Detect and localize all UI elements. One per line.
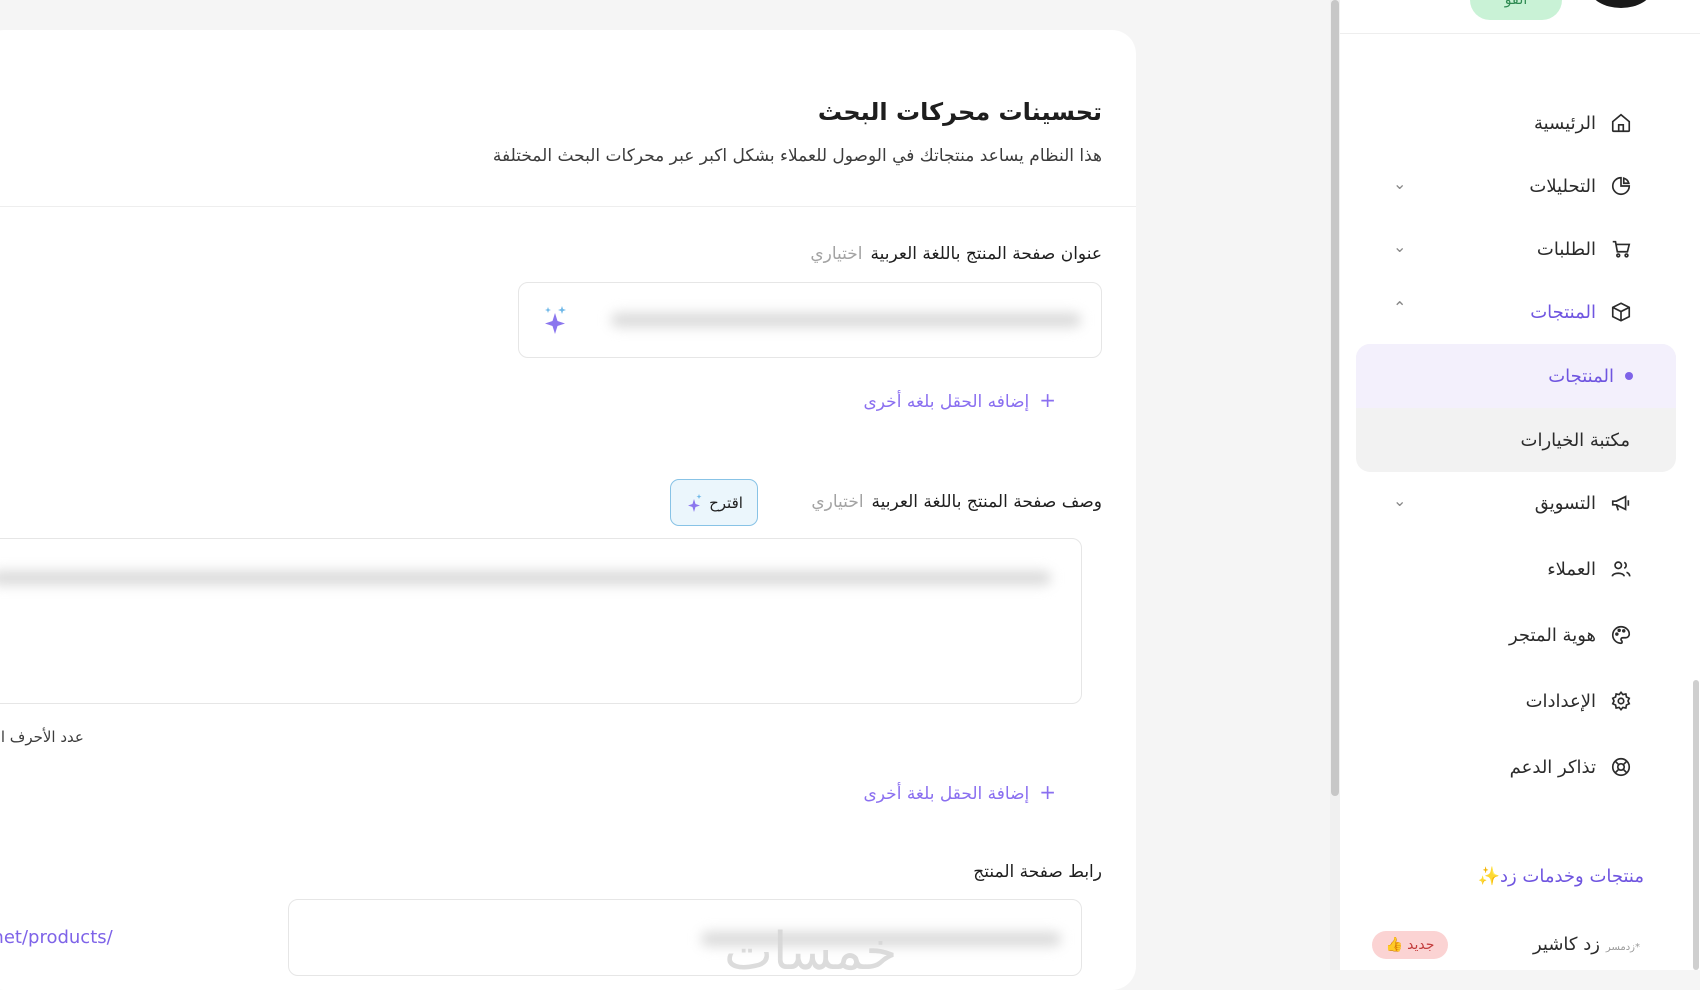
sidebar-subitem-products[interactable]: المنتجات — [1548, 351, 1636, 401]
cashier-label: زد كاشير — [1532, 934, 1600, 955]
sidebar-item-analytics[interactable]: التحليلات — [1529, 161, 1634, 211]
sidebar — [1340, 0, 1700, 970]
main-scrollbar-thumb[interactable] — [1331, 0, 1339, 796]
sidebar-item-support-tickets[interactable]: تذاكر الدعم — [1510, 742, 1634, 792]
sidebar-subitem-options-library[interactable]: مكتبة الخيارات — [1521, 415, 1630, 465]
sidebar-item-products[interactable]: المنتجات — [1530, 287, 1634, 337]
description-optional-tag: اختياري — [811, 492, 864, 512]
ai-generate-button[interactable] — [519, 283, 591, 357]
sidebar-item-label: التسويق — [1534, 492, 1596, 514]
cart-icon — [1608, 236, 1634, 262]
sidebar-item-label: المنتجات — [1548, 365, 1614, 387]
thumbs-up-icon: 👍 — [1385, 937, 1404, 953]
users-icon — [1608, 556, 1634, 582]
suggest-button[interactable]: اقترح — [670, 479, 758, 526]
sidebar-item-label: التحليلات — [1529, 175, 1596, 197]
description-field-label: وصف صفحة المنتج باللغة العربية اختياري — [811, 492, 1102, 512]
sidebar-item-label: مكتبة الخيارات — [1520, 429, 1630, 451]
sidebar-item-label: الطلبات — [1536, 238, 1596, 260]
sidebar-item-label: العملاء — [1547, 558, 1596, 580]
url-field-label: رابط صفحة المنتج — [973, 862, 1102, 882]
new-badge-label: جديد — [1407, 937, 1435, 953]
seo-card: تحسينات محركات البحث هذا النظام يساعد من… — [0, 30, 1136, 990]
sidebar-item-label: المنتجات — [1530, 301, 1596, 323]
sparkle-icon — [545, 306, 566, 334]
promo-title-label: منتجات وخدمات زد — [1499, 866, 1644, 887]
palette-icon — [1608, 622, 1634, 648]
title-optional-tag: اختياري — [810, 244, 863, 264]
zid-products-services-heading[interactable]: منتجات وخدمات زد✨ — [1478, 866, 1644, 887]
sparkle-icon — [688, 493, 702, 512]
sidebar-item-home[interactable]: الرئيسية — [1534, 98, 1634, 148]
add-description-language-link[interactable]: + إضافة الحقل بلغة أخرى — [864, 780, 1057, 804]
chevron-down-icon[interactable]: ⌄ — [1393, 491, 1406, 510]
megaphone-icon — [1608, 490, 1634, 516]
url-prefix: o.net/products/ — [0, 927, 113, 948]
chevron-down-icon[interactable]: ⌄ — [1393, 174, 1406, 193]
sidebar-item-customers[interactable]: العملاء — [1547, 544, 1634, 594]
new-badge: جديد 👍 — [1372, 931, 1448, 959]
store-status-badge[interactable]: الفو — [1470, 0, 1562, 20]
sidebar-item-orders[interactable]: الطلبات — [1537, 224, 1634, 274]
lifebuoy-icon — [1608, 754, 1634, 780]
chevron-down-icon[interactable]: ⌄ — [1393, 237, 1406, 256]
seo-description-textarea[interactable] — [0, 538, 1082, 704]
pie-chart-icon — [1608, 173, 1634, 199]
divider — [0, 206, 1136, 207]
sidebar-item-marketing[interactable]: التسويق — [1535, 478, 1634, 528]
store-status-label: الفو — [1504, 0, 1528, 8]
plus-icon: + — [1039, 388, 1056, 412]
sidebar-item-zid-cashier[interactable]: *زدمسر زد كاشير — [1533, 934, 1640, 955]
box-icon — [1608, 299, 1634, 325]
sidebar-item-label: هوية المتجر — [1508, 624, 1596, 646]
sidebar-scrollbar-thumb[interactable] — [1693, 680, 1699, 970]
suggest-button-label: اقترح — [709, 493, 743, 512]
sidebar-divider — [1340, 33, 1700, 34]
watermark: خمسات — [724, 922, 898, 982]
sidebar-item-settings[interactable]: الإعدادات — [1526, 676, 1634, 726]
description-field-label-text: وصف صفحة المنتج باللغة العربية — [871, 492, 1102, 512]
home-icon — [1608, 110, 1634, 136]
sidebar-item-label: الرئيسية — [1534, 112, 1596, 134]
blurred-value — [0, 571, 1051, 585]
page-subtitle: هذا النظام يساعد منتجاتك في الوصول للعمل… — [492, 146, 1102, 166]
add-title-language-label: إضافه الحقل بلغه أخرى — [863, 392, 1030, 412]
title-field-label-text: عنوان صفحة المنتج باللغة العربية — [870, 244, 1102, 264]
sparkles-icon: ✨ — [1477, 866, 1500, 887]
plus-icon: + — [1039, 780, 1056, 804]
seo-title-input[interactable] — [518, 282, 1102, 358]
chevron-up-icon[interactable]: ⌃ — [1393, 298, 1406, 317]
char-count-label: عدد الأحرف المستخ — [0, 728, 84, 746]
title-field-label: عنوان صفحة المنتج باللغة العربية اختياري — [810, 244, 1102, 264]
add-description-language-label: إضافة الحقل بلغة أخرى — [863, 784, 1030, 804]
gear-icon — [1608, 688, 1634, 714]
cashier-brand: *زدمسر — [1605, 942, 1640, 953]
product-url-input[interactable] — [288, 899, 1082, 976]
add-title-language-link[interactable]: + إضافه الحقل بلغه أخرى — [864, 388, 1057, 412]
sidebar-item-label: تذاكر الدعم — [1509, 756, 1596, 778]
sidebar-item-label: الإعدادات — [1525, 690, 1596, 712]
sidebar-item-store-identity[interactable]: هوية المتجر — [1509, 610, 1634, 660]
blurred-value — [611, 313, 1081, 327]
bullet-dot-icon — [1622, 363, 1636, 389]
page-title: تحسينات محركات البحث — [817, 98, 1102, 126]
